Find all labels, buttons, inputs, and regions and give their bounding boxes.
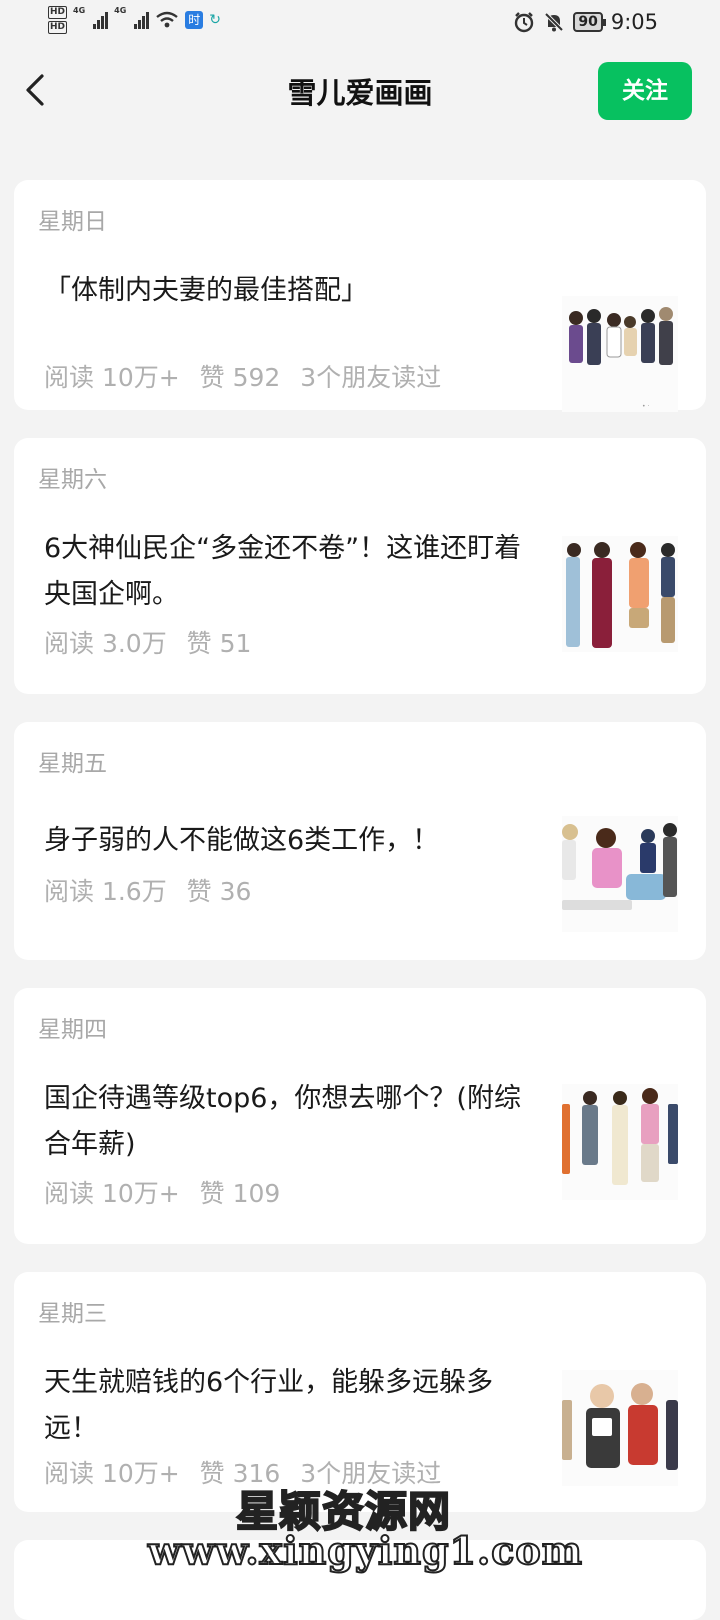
network-type-2: 4G <box>114 6 127 15</box>
read-count: 阅读 3.0万 <box>44 629 167 658</box>
article-thumbnail[interactable] <box>562 1084 678 1200</box>
article-meta: 阅读 1.6万 赞 36 <box>44 872 263 908</box>
day-label: 星期日 <box>38 209 107 235</box>
read-count: 阅读 1.6万 <box>44 877 167 906</box>
read-count: 阅读 10万+ <box>44 363 180 392</box>
signal-icon-2 <box>134 11 150 29</box>
watermark-url: www.xingying1.com <box>147 1527 583 1574</box>
article-thumbnail[interactable]: • · <box>562 296 678 412</box>
day-label: 星期三 <box>38 1301 107 1327</box>
hd-badge-2: HD <box>48 21 68 34</box>
status-right: 90 9:05 <box>513 10 658 34</box>
app-notification-icon: 时 <box>185 11 204 29</box>
status-bar: HD HD 4G 4G 时 ↻ 90 9:05 <box>0 0 720 50</box>
article-meta: 阅读 10万+ 赞 592 3个朋友读过 <box>44 358 453 394</box>
follow-button[interactable]: 关注 <box>598 62 692 120</box>
status-left: HD HD 4G 4G 时 ↻ <box>48 6 221 34</box>
sync-icon: ↻ <box>209 12 222 28</box>
read-count: 阅读 10万+ <box>44 1179 180 1208</box>
day-label: 星期六 <box>38 467 107 493</box>
alarm-icon <box>515 12 534 33</box>
clock: 9:05 <box>610 10 658 34</box>
svg-text:• ·: • · <box>642 403 649 410</box>
article-thumbnail[interactable] <box>562 816 678 932</box>
like-count: 赞 36 <box>186 877 252 906</box>
article-card[interactable]: 星期日 「体制内夫妻的最佳搭配」 阅读 10万+ 赞 592 3个朋友读过 • … <box>14 180 706 412</box>
battery-icon: 90 <box>573 12 607 32</box>
like-count: 赞 51 <box>186 629 252 658</box>
hd-indicators: HD HD <box>48 6 68 34</box>
network-type-1: 4G <box>73 6 86 15</box>
like-count: 赞 592 <box>199 363 281 392</box>
article-card[interactable]: 星期三 天生就赔钱的6个行业，能躲多远躲多远！ 阅读 10万+ 赞 316 3个… <box>14 1272 706 1512</box>
article-thumbnail[interactable] <box>562 1370 678 1486</box>
day-label: 星期四 <box>38 1017 107 1043</box>
signal-icon <box>93 11 109 29</box>
article-title[interactable]: 6大神仙民企“多金还不卷”！这谁还盯着央国企啊。 <box>44 526 544 618</box>
hd-badge-1: HD <box>48 6 68 19</box>
header: 雪儿爱画画 关注 <box>0 50 720 130</box>
friends-read: 3个朋友读过 <box>300 363 442 392</box>
article-title[interactable]: 身子弱的人不能做这6类工作，！ <box>44 818 544 864</box>
article-meta: 阅读 10万+ 赞 109 <box>44 1174 292 1210</box>
wifi-icon <box>156 11 179 28</box>
article-title[interactable]: 「体制内夫妻的最佳搭配」 <box>44 268 544 314</box>
day-label: 星期五 <box>38 751 107 777</box>
article-card[interactable]: 星期六 6大神仙民企“多金还不卷”！这谁还盯着央国企啊。 阅读 3.0万 赞 5… <box>14 438 706 694</box>
read-count: 阅读 10万+ <box>44 1459 180 1488</box>
article-title[interactable]: 天生就赔钱的6个行业，能躲多远躲多远！ <box>44 1360 544 1452</box>
like-count: 赞 109 <box>199 1179 281 1208</box>
article-thumbnail[interactable] <box>562 536 678 652</box>
mute-icon <box>544 12 564 32</box>
article-title[interactable]: 国企待遇等级top6，你想去哪个？(附综合年薪) <box>44 1076 544 1168</box>
article-card[interactable]: 星期四 国企待遇等级top6，你想去哪个？(附综合年薪) 阅读 10万+ 赞 1… <box>14 988 706 1244</box>
article-card[interactable]: 星期五 身子弱的人不能做这6类工作，！ 阅读 1.6万 赞 36 <box>14 722 706 960</box>
article-meta: 阅读 3.0万 赞 51 <box>44 624 263 660</box>
